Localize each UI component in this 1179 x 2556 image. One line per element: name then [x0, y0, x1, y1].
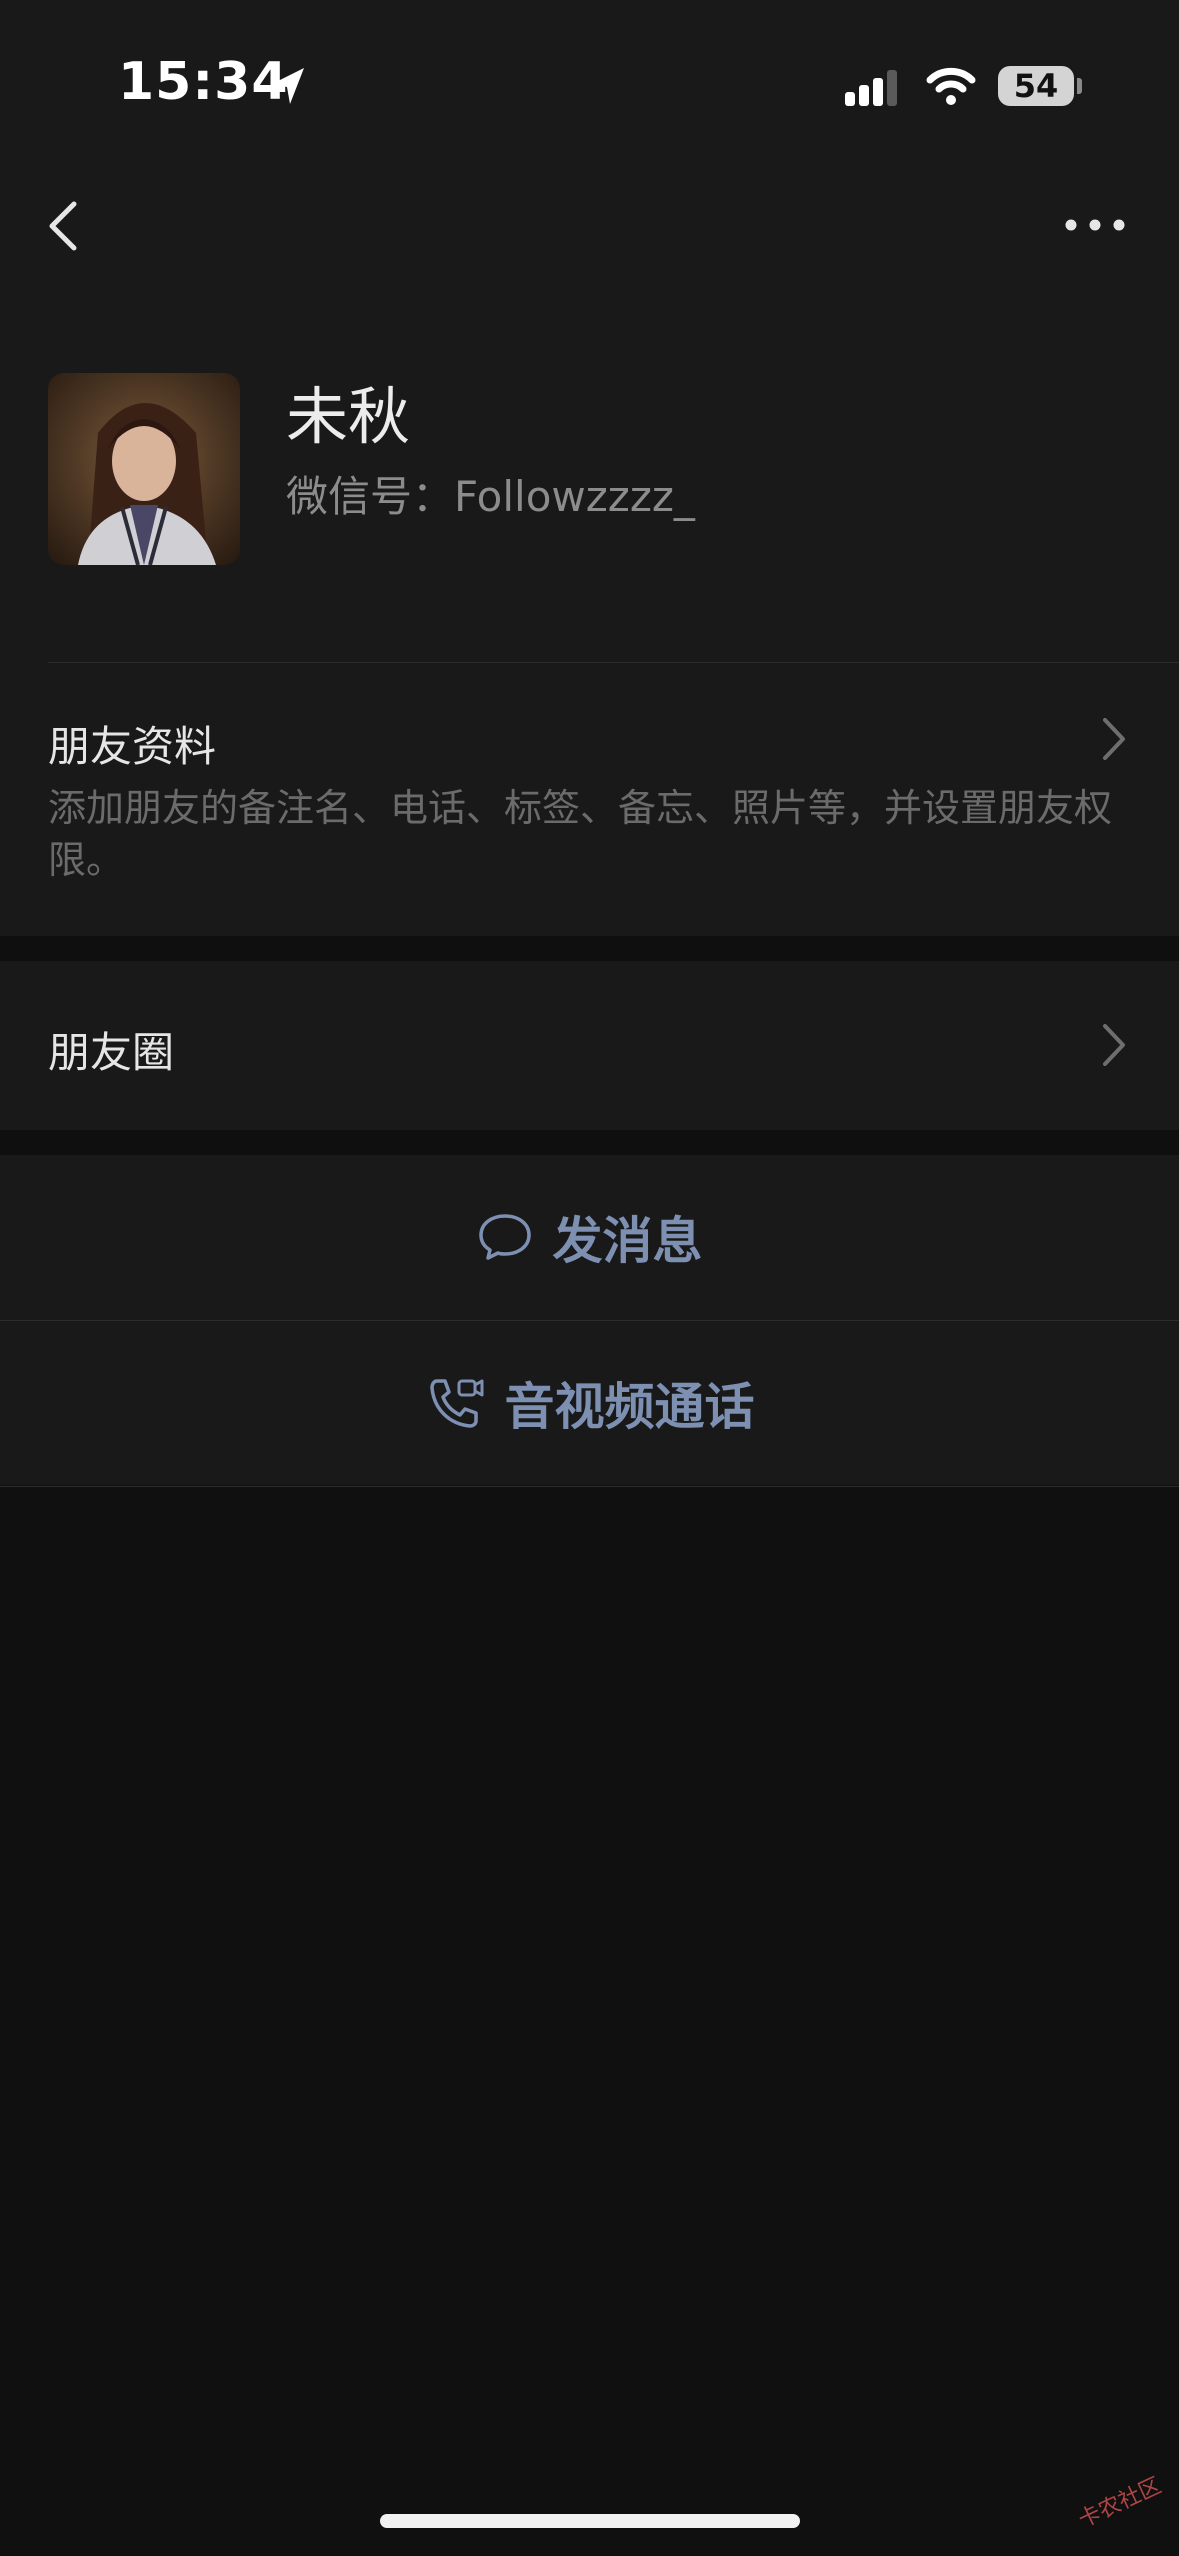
moments-row[interactable]: 朋友圈: [0, 961, 1179, 1129]
chevron-right-icon: [1103, 718, 1125, 760]
profile-name: 未秋: [286, 380, 411, 453]
friend-info-title: 朋友资料: [48, 722, 217, 771]
section-gap: [0, 936, 1179, 961]
more-options-icon[interactable]: [1060, 210, 1130, 240]
phone-video-icon: [429, 1379, 483, 1428]
battery-nub: [1077, 78, 1082, 94]
location-arrow-icon: [272, 68, 304, 104]
watermark: 卡农社区: [1074, 2473, 1166, 2534]
avatar[interactable]: [48, 373, 240, 565]
friend-info-description: 添加朋友的备注名、电话、标签、备忘、照片等，并设置朋友权限。: [48, 786, 1113, 882]
chevron-right-icon: [1103, 1024, 1125, 1066]
wifi-icon: [926, 67, 976, 105]
status-time: 15:34: [118, 52, 289, 112]
wechat-id: 微信号：Followzzzz_: [286, 472, 695, 521]
video-call-button[interactable]: 音视频通话: [0, 1321, 1179, 1485]
section-gap: [0, 1130, 1179, 1155]
battery-indicator: 54: [998, 66, 1074, 106]
home-indicator[interactable]: [380, 2514, 800, 2528]
cellular-signal-icon: [845, 70, 897, 106]
avatar-portrait-image: [48, 373, 240, 565]
video-call-label: 音视频通话: [504, 1378, 755, 1436]
chat-bubble-icon: [478, 1214, 531, 1260]
send-message-label: 发消息: [552, 1212, 703, 1270]
send-message-button[interactable]: 发消息: [0, 1155, 1179, 1319]
back-icon[interactable]: [40, 196, 90, 256]
moments-title: 朋友圈: [48, 1028, 175, 1077]
divider: [0, 1486, 1179, 1487]
